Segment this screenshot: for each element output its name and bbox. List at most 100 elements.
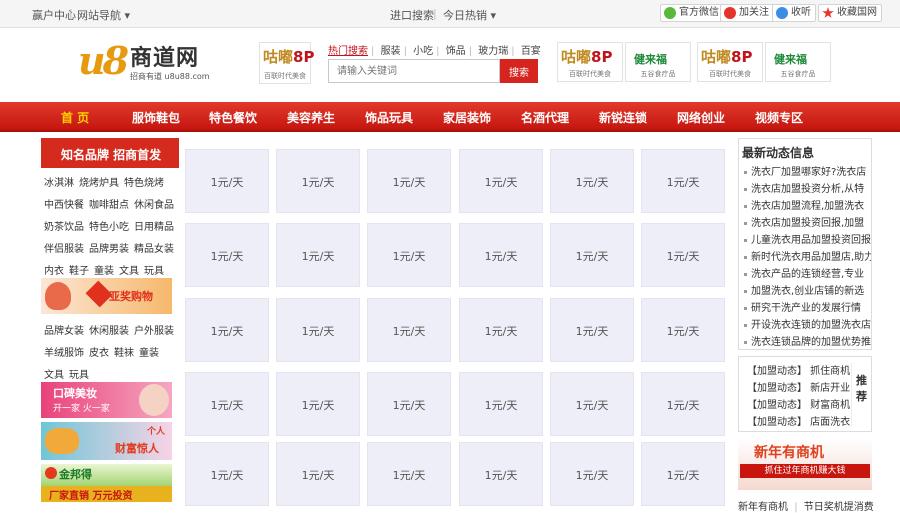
ad-slot[interactable]: 1元/天 [276,149,360,213]
nav-online[interactable]: 网络创业 [677,109,725,126]
nav-food[interactable]: 特色餐饮 [209,109,257,126]
category-link[interactable]: 童装 [94,266,114,277]
news-item[interactable]: 洗衣店加盟投资回报,加盟 [742,215,871,232]
news-item[interactable]: 洗衣店加盟流程,加盟洗衣 [742,198,871,215]
hot-link[interactable]: 玻力瑞 [478,46,508,57]
news-item[interactable]: 洗衣店加盟投资分析,从特 [742,181,871,198]
ad-slot[interactable]: 1元/天 [276,223,360,287]
nav-toys[interactable]: 饰品玩具 [365,109,413,126]
ad-slot[interactable]: 1元/天 [550,442,634,506]
category-link[interactable]: 玩具 [69,370,89,381]
category-link[interactable]: 童装 [139,348,159,359]
ad-slot[interactable]: 1元/天 [367,223,451,287]
nav-chain[interactable]: 新锐连锁 [599,109,647,126]
brand-ad-gudu[interactable]: 咕嘟8P 百联时代美食 [697,42,763,82]
site-logo[interactable]: u8 商道网 招商有道 u8u88.com [78,38,218,90]
category-link[interactable]: 内衣 [44,266,64,277]
ad-slot[interactable]: 1元/天 [641,298,725,362]
ad-slot[interactable]: 1元/天 [185,149,269,213]
nav-video[interactable]: 视频专区 [755,109,803,126]
promo-item[interactable]: 【加盟动态】 抓住商机 [747,363,850,380]
qq-listen-button[interactable]: 收听 [772,4,816,22]
nav-apparel[interactable]: 服饰鞋包 [132,109,180,126]
site-nav-dropdown[interactable]: 网站导航 ▾ [77,7,130,23]
ad-slot[interactable]: 1元/天 [459,442,543,506]
brand-ad-jianlaifu[interactable]: 健来福 五谷食疗品 [765,42,831,82]
promo-item[interactable]: 【加盟动态】 店面洗衣 [747,414,850,431]
search-input[interactable] [328,59,500,83]
news-item[interactable]: 新时代洗衣用品加盟店,助力 [742,249,871,266]
category-link[interactable]: 鞋袜 [114,348,134,359]
category-link[interactable]: 中西快餐 [44,200,84,211]
category-link[interactable]: 日用精品 [134,222,174,233]
category-link[interactable]: 休闲服装 [89,326,129,337]
promo-item[interactable]: 【加盟动态】 财富商机 [747,397,850,414]
category-link[interactable]: 皮衣 [89,348,109,359]
category-link[interactable]: 精品女装 [134,244,174,255]
ad-slot[interactable]: 1元/天 [459,298,543,362]
category-link[interactable]: 特色小吃 [89,222,129,233]
ad-slot[interactable]: 1元/天 [367,298,451,362]
news-item[interactable]: 洗衣产品的连锁经营,专业 [742,266,871,283]
ad-slot[interactable]: 1元/天 [276,372,360,436]
article-link[interactable]: 节日奖机提消费 [804,502,874,513]
ad-slot[interactable]: 1元/天 [367,149,451,213]
nav-home[interactable]: 首 页 [61,109,89,126]
news-item[interactable]: 洗衣厂加盟哪家好?洗衣店 [742,164,871,181]
ad-slot[interactable]: 1元/天 [185,372,269,436]
category-link[interactable]: 冰淇淋 [44,178,74,189]
nav-beauty[interactable]: 美容养生 [287,109,335,126]
category-link[interactable]: 文具 [44,370,64,381]
jinbangde-banner[interactable]: 金邦得 厂家直销 万元投资 [41,464,172,502]
news-item[interactable]: 研究干洗产业的发展行情 [742,300,871,317]
ad-slot[interactable]: 1元/天 [459,223,543,287]
hot-link[interactable]: 服装 [381,46,401,57]
brand-ad-gudu[interactable]: 咕嘟8P 百联时代美食 [557,42,623,82]
hot-link[interactable]: 饰品 [446,46,466,57]
nav-home-decor[interactable]: 家居装饰 [443,109,491,126]
ad-slot[interactable]: 1元/天 [641,442,725,506]
weibo-follow-button[interactable]: 加关注 [720,4,774,22]
category-link[interactable]: 烧烤炉具 [79,178,119,189]
ad-slot[interactable]: 1元/天 [641,149,725,213]
ad-slot[interactable]: 1元/天 [367,372,451,436]
ad-slot[interactable]: 1元/天 [641,223,725,287]
new-year-banner[interactable]: 新年有商机 抓住过年商机赚大钱 [738,438,872,490]
ad-slot[interactable]: 1元/天 [276,298,360,362]
brand-ad-jianlaifu[interactable]: 健来福 五谷食疗品 [625,42,691,82]
category-link[interactable]: 鞋子 [69,266,89,277]
ad-slot[interactable]: 1元/天 [459,149,543,213]
ad-slot[interactable]: 1元/天 [185,298,269,362]
ad-slot[interactable]: 1元/天 [276,442,360,506]
ad-slot[interactable]: 1元/天 [641,372,725,436]
ad-slot[interactable]: 1元/天 [185,223,269,287]
category-link[interactable]: 品牌男装 [89,244,129,255]
category-link[interactable]: 玩具 [144,266,164,277]
ad-slot[interactable]: 1元/天 [550,223,634,287]
today-hot-dropdown[interactable]: 今日热销 ▾ [443,7,496,23]
ad-slot[interactable]: 1元/天 [550,298,634,362]
category-link[interactable]: 奶茶饮品 [44,222,84,233]
news-item[interactable]: 儿童洗衣用品加盟投资回报 [742,232,871,249]
ad-slot[interactable]: 1元/天 [550,372,634,436]
news-item[interactable]: 加盟洗衣,创业店铺的新选 [742,283,871,300]
category-link[interactable]: 品牌女装 [44,326,84,337]
category-link[interactable]: 户外服装 [134,326,174,337]
wealth-banner[interactable]: 个人 财富惊人 [41,422,172,460]
promo-banner[interactable]: 亚奖购物 [41,278,172,314]
ad-slot[interactable]: 1元/天 [185,442,269,506]
ad-slot[interactable]: 1元/天 [550,149,634,213]
bookmark-button[interactable]: 收藏国网 [818,4,882,22]
news-item[interactable]: 洗衣连锁品牌的加盟优势推 [742,334,871,349]
wechat-button[interactable]: 官方微信 [660,4,724,22]
import-search-link[interactable]: 进口搜索 [390,7,434,23]
cosmetics-banner[interactable]: 口碑美妆 开一家 火一家 [41,382,172,418]
ad-slot[interactable]: 1元/天 [367,442,451,506]
hot-link[interactable]: 百宴 [521,46,541,57]
category-link[interactable]: 文具 [119,266,139,277]
brand-ad-gudu[interactable]: 咕嘟8P 百联时代美食 [259,42,314,84]
category-link[interactable]: 伴侣服装 [44,244,84,255]
category-link[interactable]: 特色烧烤 [124,178,164,189]
news-item[interactable]: 开设洗衣连锁的加盟洗衣店 [742,317,871,334]
hot-link[interactable]: 小吃 [413,46,433,57]
